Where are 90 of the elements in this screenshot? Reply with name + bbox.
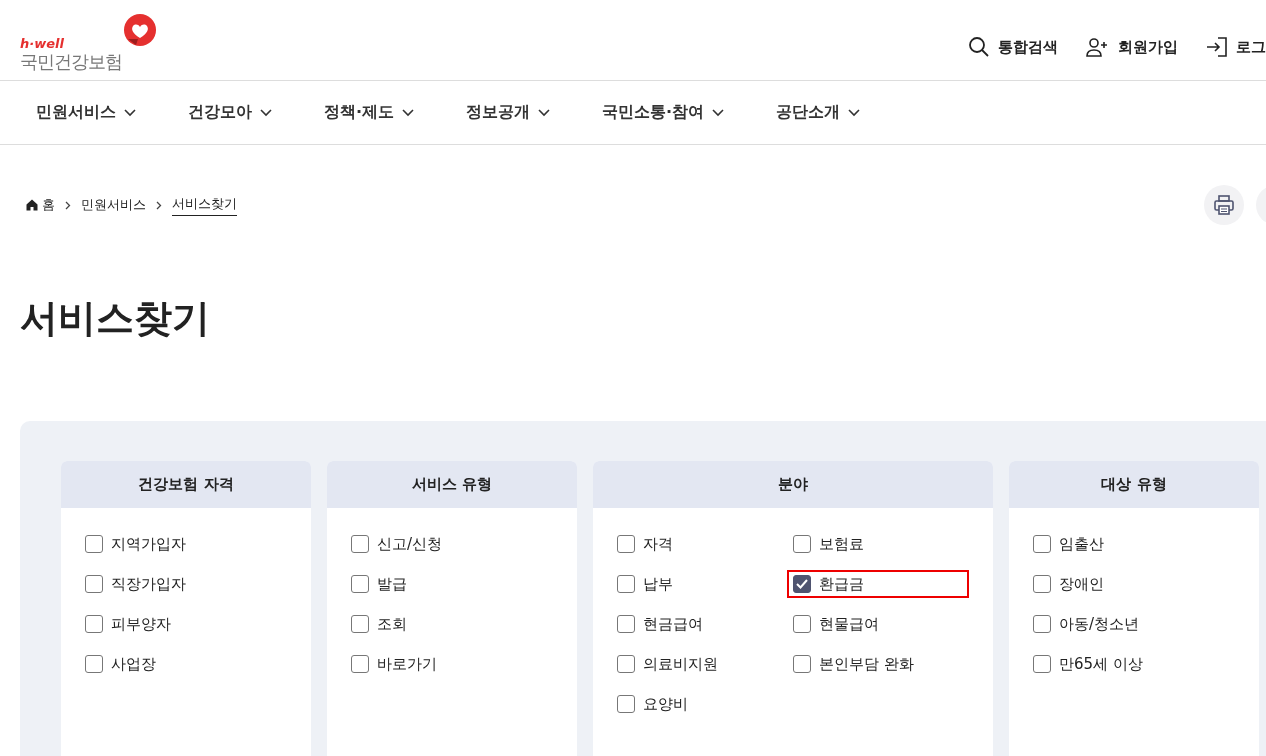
option-label: 만65세 이상 xyxy=(1059,654,1143,674)
checkbox[interactable] xyxy=(1033,535,1051,553)
option-label: 장애인 xyxy=(1059,574,1104,594)
checkbox[interactable] xyxy=(351,615,369,633)
header-link[interactable]: 통합검색 xyxy=(968,36,1058,58)
checkbox[interactable] xyxy=(1033,655,1051,673)
breadcrumb-link[interactable]: 홈 xyxy=(42,196,55,214)
chevron-down-icon xyxy=(712,108,725,117)
logo-name: 국민건강보험 xyxy=(20,51,122,73)
checkbox[interactable] xyxy=(617,655,635,673)
checkbox[interactable] xyxy=(793,655,811,673)
option-label: 신고/신청 xyxy=(377,534,443,554)
option-label: 현금급여 xyxy=(643,614,703,634)
option-label: 자격 xyxy=(643,534,673,554)
page-title: 서비스찾기 xyxy=(19,295,211,342)
option-label: 조회 xyxy=(377,614,407,634)
filter-checkbox-option[interactable]: 발급 xyxy=(345,570,551,598)
option-label: 발급 xyxy=(377,574,407,594)
checkbox[interactable] xyxy=(351,575,369,593)
header-link[interactable]: 로그 xyxy=(1206,36,1266,58)
checkbox[interactable] xyxy=(351,655,369,673)
filter-checkbox-option[interactable]: 요양비 xyxy=(611,690,793,718)
checkbox[interactable] xyxy=(85,615,103,633)
home-icon xyxy=(26,199,38,211)
checkbox[interactable] xyxy=(85,535,103,553)
print-button[interactable] xyxy=(1204,185,1244,225)
nav-menu-item[interactable]: 정책·제도 xyxy=(324,102,415,123)
checkbox[interactable] xyxy=(793,615,811,633)
nav-menu-item[interactable]: 공단소개 xyxy=(776,102,861,123)
chevron-down-icon xyxy=(848,108,861,117)
option-label: 피부양자 xyxy=(111,614,171,634)
filter-card-heading: 서비스 유형 xyxy=(327,461,577,508)
option-label: 사업장 xyxy=(111,654,156,674)
option-label: 의료비지원 xyxy=(643,654,718,674)
checkbox[interactable] xyxy=(85,575,103,593)
option-label: 요양비 xyxy=(643,694,688,714)
header-link[interactable]: 회원가입 xyxy=(1086,37,1178,57)
filter-checkbox-option[interactable]: 장애인 xyxy=(1027,570,1233,598)
heart-bubble-icon xyxy=(122,13,158,49)
nav-menu-item[interactable]: 민원서비스 xyxy=(36,102,136,123)
checkbox[interactable] xyxy=(617,575,635,593)
filter-checkbox-option[interactable]: 직장가입자 xyxy=(79,570,285,598)
option-label: 바로가기 xyxy=(377,654,437,674)
filter-checkbox-option[interactable]: 사업장 xyxy=(79,650,285,678)
option-label: 납부 xyxy=(643,574,673,594)
filter-checkbox-option[interactable]: 임출산 xyxy=(1027,530,1233,558)
logo-tagline: h·well xyxy=(20,37,65,51)
chevron-down-icon xyxy=(402,108,415,117)
filter-checkbox-option[interactable]: 만65세 이상 xyxy=(1027,650,1233,678)
filter-checkbox-option[interactable]: 신고/신청 xyxy=(345,530,551,558)
filter-checkbox-option[interactable]: 환급금 xyxy=(787,570,969,598)
filter-checkbox-option[interactable]: 조회 xyxy=(345,610,551,638)
checkbox[interactable] xyxy=(617,535,635,553)
chevron-right-icon xyxy=(156,200,162,210)
filter-card-heading: 건강보험 자격 xyxy=(61,461,311,508)
checkbox[interactable] xyxy=(85,655,103,673)
option-label: 현물급여 xyxy=(819,614,879,634)
chevron-down-icon xyxy=(260,108,272,117)
checkbox[interactable] xyxy=(617,615,635,633)
option-label: 보험료 xyxy=(819,534,864,554)
filter-checkbox-option[interactable]: 피부양자 xyxy=(79,610,285,638)
option-label: 환급금 xyxy=(819,574,864,594)
person-plus-icon xyxy=(1086,37,1110,57)
filter-checkbox-option[interactable]: 아동/청소년 xyxy=(1027,610,1233,638)
checkbox[interactable] xyxy=(1033,575,1051,593)
option-label: 임출산 xyxy=(1059,534,1104,554)
breadcrumb-link[interactable]: 서비스찾기 xyxy=(172,194,237,216)
filter-checkbox-option[interactable]: 바로가기 xyxy=(345,650,551,678)
chevron-down-icon xyxy=(124,108,136,117)
chevron-down-icon xyxy=(538,108,551,117)
filter-checkbox-option[interactable]: 지역가입자 xyxy=(79,530,285,558)
login-icon xyxy=(1206,36,1228,58)
checkbox[interactable] xyxy=(793,535,811,553)
filter-card-heading: 대상 유형 xyxy=(1009,461,1259,508)
checkbox[interactable] xyxy=(351,535,369,553)
nav-menu-item[interactable]: 건강모아 xyxy=(188,102,272,123)
checkbox[interactable] xyxy=(793,575,811,593)
filter-card-heading: 분야 xyxy=(593,461,993,508)
chevron-right-icon xyxy=(65,200,71,210)
checkbox[interactable] xyxy=(617,695,635,713)
printer-icon xyxy=(1213,194,1235,216)
option-label: 직장가입자 xyxy=(111,574,186,594)
nav-menu-item[interactable]: 정보공개 xyxy=(466,102,551,123)
nav-menu-item[interactable]: 국민소통·참여 xyxy=(602,102,725,123)
option-label: 본인부담 완화 xyxy=(819,654,914,674)
option-label: 아동/청소년 xyxy=(1059,614,1140,634)
breadcrumb-link[interactable]: 민원서비스 xyxy=(81,196,146,214)
search-icon xyxy=(968,36,990,58)
checkbox[interactable] xyxy=(1033,615,1051,633)
option-label: 지역가입자 xyxy=(111,534,186,554)
